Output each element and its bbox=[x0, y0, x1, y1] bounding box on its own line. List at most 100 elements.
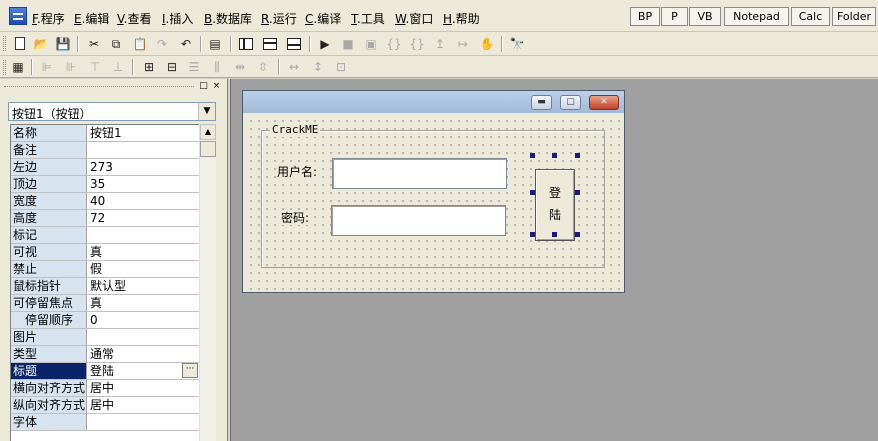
property-row[interactable]: 左边 273 bbox=[11, 159, 199, 176]
debug-icon[interactable]: ▣ bbox=[363, 36, 379, 52]
scroll-thumb[interactable] bbox=[200, 141, 216, 157]
align-left-icon[interactable]: ⊫ bbox=[39, 59, 55, 75]
property-row[interactable]: 字体 bbox=[11, 414, 199, 431]
space-vertical-icon[interactable]: ☰ bbox=[186, 59, 202, 75]
align-right-icon[interactable]: ⊪ bbox=[63, 59, 79, 75]
property-row[interactable]: 纵向对齐方式 居中 bbox=[11, 397, 199, 414]
property-row[interactable]: 宽度 40 bbox=[11, 193, 199, 210]
binoculars-icon[interactable]: 🔭 bbox=[509, 36, 525, 52]
hand-icon[interactable]: ✋ bbox=[479, 36, 495, 52]
menu-run[interactable]: R.运行 bbox=[261, 12, 297, 27]
chevron-down-icon[interactable]: ▼ bbox=[198, 103, 215, 120]
paste-icon[interactable]: 📋 bbox=[132, 36, 148, 52]
notepad-button[interactable]: Notepad bbox=[724, 7, 789, 26]
property-row[interactable]: 横向对齐方式 居中 bbox=[11, 380, 199, 397]
p-button[interactable]: P bbox=[661, 7, 688, 26]
menu-database[interactable]: B.数据库 bbox=[204, 12, 252, 27]
toolbar-grip[interactable] bbox=[3, 60, 6, 75]
redo-icon[interactable]: ↷ bbox=[154, 36, 170, 52]
property-row[interactable]: 高度 72 bbox=[11, 210, 199, 227]
folder-button[interactable]: Folder bbox=[832, 7, 876, 26]
step-into-icon[interactable]: {} bbox=[386, 36, 402, 52]
property-row[interactable]: 备注 bbox=[11, 142, 199, 159]
find-icon[interactable]: ▤ bbox=[207, 36, 223, 52]
property-row[interactable]: 类型 通常 bbox=[11, 346, 199, 363]
bp-button[interactable]: BP bbox=[630, 7, 660, 26]
object-selector-value: 按钮1（按钮） bbox=[12, 107, 92, 121]
center-vertical-icon[interactable]: ⊟ bbox=[164, 59, 180, 75]
close-icon[interactable]: ✕ bbox=[589, 95, 619, 110]
form-client-area[interactable]: CrackME 用户名: 密码: 登 陆 bbox=[244, 114, 623, 291]
menu-program[interactable]: F.程序 bbox=[32, 12, 65, 27]
height-icon[interactable]: ↕ bbox=[310, 59, 326, 75]
menu-tools[interactable]: T.工具 bbox=[351, 12, 385, 27]
property-row[interactable]: 鼠标指针 默认型 bbox=[11, 278, 199, 295]
selection-handle[interactable] bbox=[552, 153, 557, 158]
selection-handle[interactable] bbox=[530, 190, 535, 195]
menu-view[interactable]: V.查看 bbox=[117, 12, 152, 27]
run-to-cursor-icon[interactable]: ↦ bbox=[455, 36, 471, 52]
object-selector[interactable]: 按钮1（按钮） ▼ bbox=[8, 102, 216, 121]
ellipsis-button[interactable]: ··· bbox=[182, 363, 198, 378]
align-bottom-icon[interactable]: ⊥ bbox=[110, 59, 126, 75]
align-top-icon[interactable]: ⊤ bbox=[87, 59, 103, 75]
menu-insert[interactable]: I.插入 bbox=[162, 12, 193, 27]
pin-icon[interactable]: □ bbox=[198, 81, 209, 92]
same-height-icon[interactable]: ⇳ bbox=[255, 59, 271, 75]
username-input[interactable] bbox=[332, 158, 507, 189]
run-icon[interactable]: ▶ bbox=[317, 36, 333, 52]
form-titlebar[interactable]: ▬ ▢ ✕ bbox=[243, 91, 624, 113]
stop-icon[interactable]: ■ bbox=[340, 36, 356, 52]
close-icon[interactable]: × bbox=[211, 81, 222, 92]
selection-handle[interactable] bbox=[575, 232, 580, 237]
selection-handle[interactable] bbox=[552, 232, 557, 237]
toolbar-separator bbox=[309, 36, 311, 52]
property-row[interactable]: 可停留焦点真 bbox=[11, 295, 199, 312]
property-row[interactable]: 停留顺序 0 bbox=[11, 312, 199, 329]
menu-help[interactable]: H.帮助 bbox=[443, 12, 480, 27]
property-row[interactable]: 标记 bbox=[11, 227, 199, 244]
vb-button[interactable]: VB bbox=[689, 7, 721, 26]
cut-icon[interactable]: ✂ bbox=[86, 36, 102, 52]
space-horizontal-icon[interactable]: ⫼ bbox=[209, 59, 225, 75]
layout-left-icon[interactable] bbox=[238, 36, 254, 52]
menu-window[interactable]: W.窗口 bbox=[395, 12, 433, 27]
calc-button[interactable]: Calc bbox=[791, 7, 830, 26]
undo-icon[interactable]: ↶ bbox=[178, 36, 194, 52]
scroll-up-icon[interactable]: ▲ bbox=[200, 124, 216, 140]
property-row[interactable]: 顶边 35 bbox=[11, 176, 199, 193]
step-out-icon[interactable]: ↥ bbox=[432, 36, 448, 52]
layout-bottom-icon[interactable] bbox=[286, 36, 302, 52]
app-icon[interactable] bbox=[9, 7, 27, 25]
same-width-icon[interactable]: ⇹ bbox=[232, 59, 248, 75]
property-row[interactable]: 名称 按钮1 bbox=[11, 125, 199, 142]
toolbar-grip[interactable] bbox=[3, 36, 6, 51]
property-row[interactable]: 可视真 bbox=[11, 244, 199, 261]
panel-titlebar[interactable]: □ × bbox=[0, 79, 228, 95]
menu-edit[interactable]: E.编辑 bbox=[74, 12, 109, 27]
property-row[interactable]: 禁止假 bbox=[11, 261, 199, 278]
center-horizontal-icon[interactable]: ⊞ bbox=[141, 59, 157, 75]
size-icon[interactable]: ⊡ bbox=[333, 59, 349, 75]
layout-top-icon[interactable] bbox=[262, 36, 278, 52]
menu-compile[interactable]: C.编译 bbox=[305, 12, 341, 27]
minimize-icon[interactable]: ▬ bbox=[531, 95, 552, 110]
property-row-selected[interactable]: 标题 登陆 ··· bbox=[11, 363, 199, 380]
save-icon[interactable]: 💾 bbox=[55, 36, 71, 52]
selection-handle[interactable] bbox=[530, 153, 535, 158]
selection-handle[interactable] bbox=[530, 232, 535, 237]
new-file-icon[interactable] bbox=[12, 36, 28, 52]
username-label: 用户名: bbox=[277, 165, 318, 179]
property-row[interactable]: 图片 bbox=[11, 329, 199, 346]
copy-icon[interactable]: ⧉ bbox=[108, 36, 124, 52]
step-over-icon[interactable]: {} bbox=[409, 36, 425, 52]
password-input[interactable] bbox=[331, 205, 506, 236]
selection-handle[interactable] bbox=[575, 190, 580, 195]
login-button[interactable]: 登 陆 bbox=[535, 169, 575, 241]
property-scrollbar[interactable]: ▲ bbox=[199, 124, 216, 441]
width-icon[interactable]: ↔ bbox=[286, 59, 302, 75]
selection-handle[interactable] bbox=[575, 153, 580, 158]
form-icon[interactable]: ▦ bbox=[10, 59, 26, 75]
maximize-icon[interactable]: ▢ bbox=[560, 95, 581, 110]
open-folder-icon[interactable]: 📂 bbox=[33, 36, 49, 52]
